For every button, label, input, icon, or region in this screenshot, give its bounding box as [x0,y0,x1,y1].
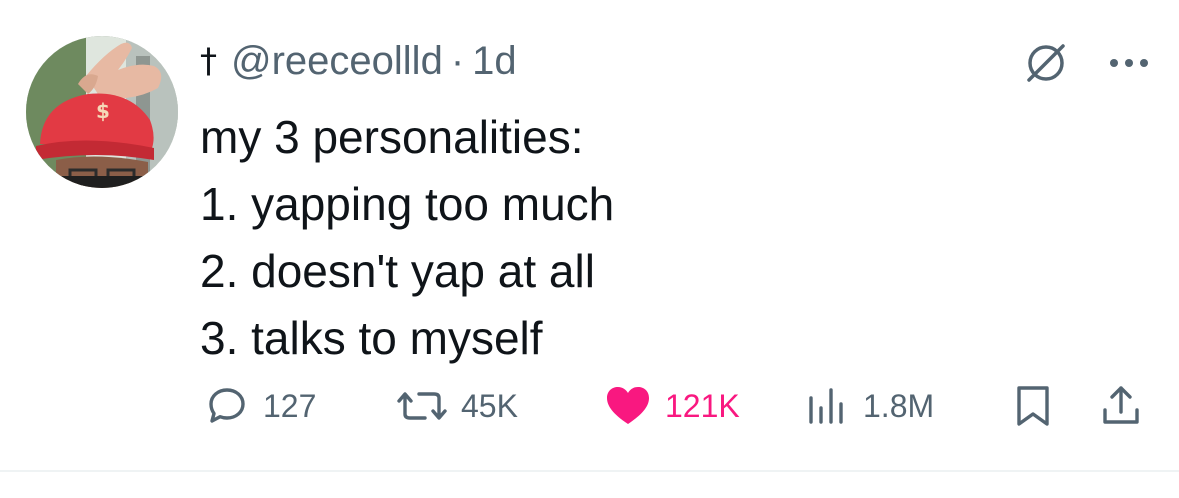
share-button[interactable] [1099,384,1143,428]
avatar[interactable]: $ [26,36,178,188]
like-button[interactable]: 121K [605,384,740,428]
like-count: 121K [665,387,740,424]
more-button[interactable] [1109,57,1149,69]
repost-arrows-icon [397,392,447,420]
tweet-line: my 3 personalities: [200,111,584,163]
share-upload-icon [1103,386,1139,424]
speech-bubble-icon [209,388,245,423]
separator-dot: · [450,38,465,83]
tweet-line: 3. talks to myself [200,312,543,364]
tweet-header: † @reeceollld · 1d [200,36,517,86]
bookmark-icon [1017,386,1049,426]
reply-button[interactable]: 127 [205,384,316,428]
avatar-image: $ [26,36,178,188]
svg-text:$: $ [96,99,110,123]
repost-button[interactable]: 45K [397,384,518,428]
tweet-card[interactable]: $ † @reeceollld · 1d my 3 personalities:… [0,0,1179,472]
views-count: 1.8M [863,387,935,424]
tweet-text: my 3 personalities: 1. yapping too much … [200,104,1100,372]
bookmark-button[interactable] [1013,384,1053,428]
tweet-top-actions [1023,40,1149,86]
cross-symbol: † [200,41,217,81]
tweet-divider [0,470,1179,472]
slashed-circle-icon [1027,44,1065,82]
reply-count: 127 [263,387,317,424]
tweet-line: 2. doesn't yap at all [200,245,595,297]
heart-icon [607,387,649,424]
tweet-timestamp[interactable]: 1d [472,39,517,84]
tweet-actions: 127 45K 121K 1.8M [205,384,1145,428]
views-button[interactable]: 1.8M [805,384,934,428]
more-dots-icon [1110,59,1148,67]
grok-button[interactable] [1023,40,1069,86]
bar-chart-icon [809,388,843,424]
tweet-line: 1. yapping too much [200,178,615,230]
user-handle[interactable]: @reeceollld [231,39,443,84]
repost-count: 45K [461,387,518,424]
